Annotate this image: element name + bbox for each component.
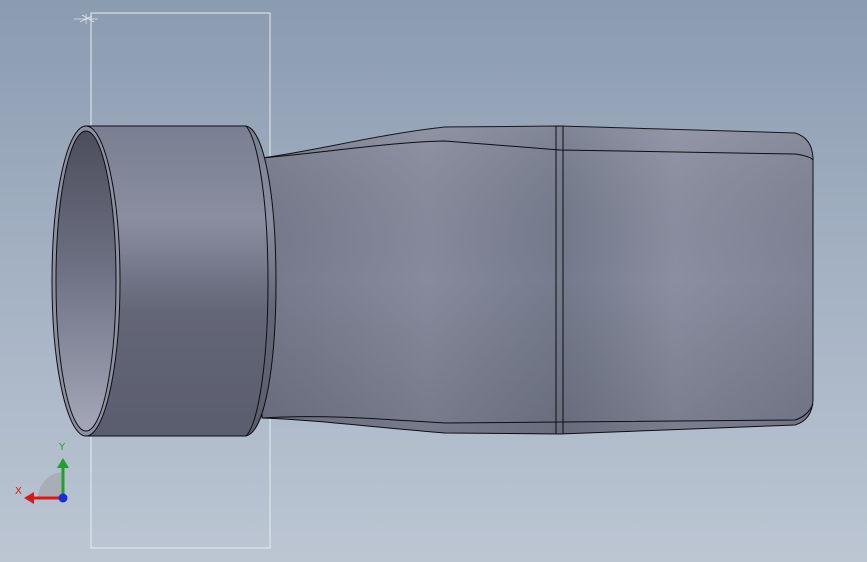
model-scene[interactable] [0, 0, 867, 562]
duct-body-shading [262, 126, 813, 434]
cylinder-inner-surface[interactable] [55, 130, 117, 432]
triad-y-label: Y [59, 442, 66, 453]
triad-x-label: X [15, 486, 22, 497]
origin-marker-icon [74, 14, 98, 24]
graphics-viewport[interactable]: X Y [0, 0, 867, 562]
